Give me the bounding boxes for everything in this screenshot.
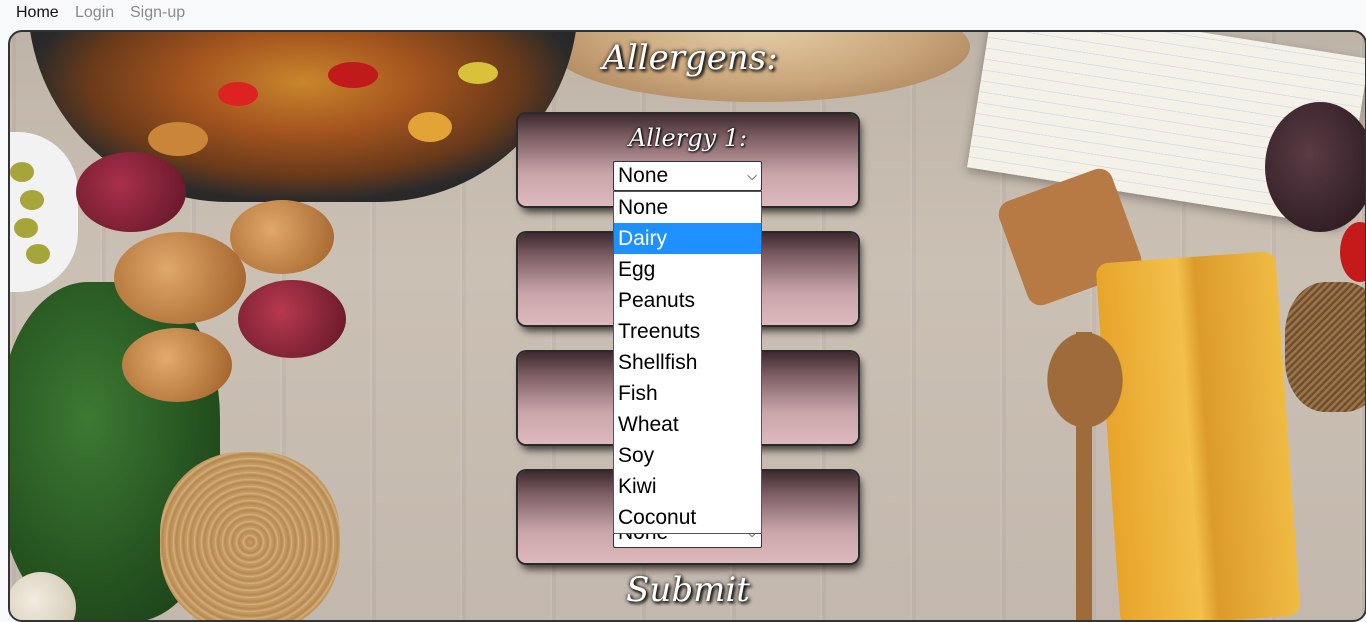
submit-button[interactable]: Submit [0,570,1366,610]
olive-bowl-image [10,132,78,292]
pepper-image [1340,222,1365,282]
dropdown-option[interactable]: Peanuts [614,285,761,316]
dropdown-option[interactable]: Coconut [614,502,761,533]
dropdown-option[interactable]: Fish [614,378,761,409]
nav-home-link[interactable]: Home [16,4,59,22]
onion-image [122,328,232,402]
dropdown-option[interactable]: Treenuts [614,316,761,347]
allergy-1-select[interactable]: None ⌵ [613,161,762,191]
nav-login-link[interactable]: Login [75,4,114,22]
dropdown-option[interactable]: Kiwi [614,471,761,502]
dropdown-option[interactable]: Soy [614,440,761,471]
eggplant-image [1265,102,1365,232]
dropdown-option[interactable]: Egg [614,254,761,285]
dropdown-option[interactable]: Wheat [614,409,761,440]
dropdown-option[interactable]: Dairy [614,223,761,254]
nav-signup-link[interactable]: Sign-up [130,4,185,22]
onion-image [114,232,246,324]
allergens-title: Allergens: [602,38,778,78]
chevron-down-icon: ⌵ [747,168,757,183]
dropdown-option[interactable]: Shellfish [614,347,761,378]
cornbread-image [1095,251,1301,620]
onion-image [238,280,346,358]
navbar: Home Login Sign-up [0,0,1366,28]
allergy-1-label: Allergy 1: [628,124,748,152]
dropdown-option[interactable]: None [614,192,761,223]
straw-image [1285,282,1365,412]
allergy-1-select-value: None [618,164,669,187]
onion-image [230,200,334,274]
onion-image [76,152,186,232]
allergy-1-dropdown-list: None Dairy Egg Peanuts Treenuts Shellfis… [613,191,762,534]
